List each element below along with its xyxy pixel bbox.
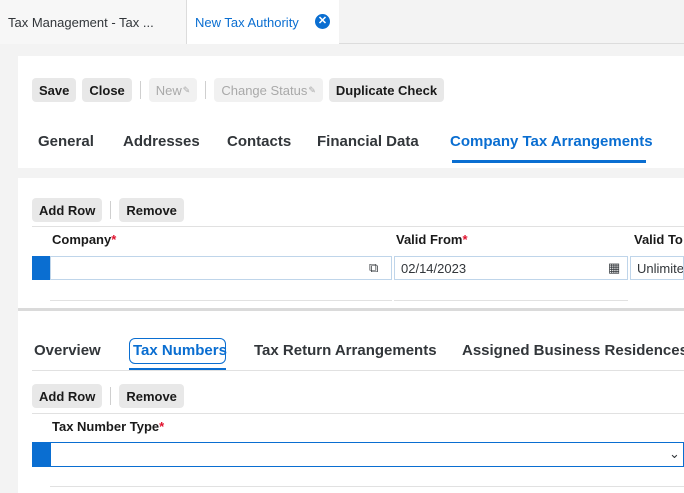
empty-row-line [50, 486, 684, 487]
tab-new-tax-authority[interactable]: New Tax Authority ✕ [187, 0, 339, 44]
tax-number-type-header-label: Tax Number Type [52, 419, 160, 434]
tab-label: Tax Management - Tax ... [8, 14, 154, 30]
row-selector[interactable] [32, 256, 50, 280]
header-card: Save Close New ✎ Change Status ✎ Duplicate… [18, 56, 684, 168]
change-status-label: Change Status [221, 82, 308, 98]
add-row-button[interactable]: Add Row [32, 384, 103, 408]
toolbar-separator [110, 201, 112, 219]
content-card: Add Row Remove Company* Valid From* Vali… [18, 178, 684, 493]
tab-contacts[interactable]: Contacts [227, 133, 291, 150]
company-input[interactable]: ⧉ [50, 256, 392, 280]
tax-number-type-column-header[interactable]: Tax Number Type* [52, 419, 164, 434]
focus-outline [129, 338, 226, 364]
company-column-header[interactable]: Company* [52, 232, 116, 247]
tab-addresses[interactable]: Addresses [123, 133, 200, 150]
valid-to-input[interactable]: Unlimited [630, 256, 684, 280]
change-status-button[interactable]: Change Status ✎ [214, 78, 323, 102]
active-tab-indicator [452, 160, 646, 163]
calendar-icon[interactable]: ▦ [608, 260, 620, 276]
valid-from-value: 02/14/2023 [401, 260, 467, 276]
grid-divider [32, 413, 684, 414]
valid-from-column-header[interactable]: Valid From* [396, 232, 468, 247]
remove-button[interactable]: Remove [119, 198, 184, 222]
add-row-button[interactable]: Add Row [32, 198, 103, 222]
tab-general[interactable]: General [38, 133, 94, 150]
duplicate-check-button[interactable]: Duplicate Check [328, 78, 445, 102]
tab-tax-management[interactable]: Tax Management - Tax ... [0, 0, 187, 44]
new-button[interactable]: New ✎ [148, 78, 198, 102]
valid-from-header-label: Valid From [396, 232, 463, 247]
valid-from-input[interactable]: 02/14/2023 ▦ [394, 256, 628, 280]
tab-strip: Tax Management - Tax ... New Tax Authori… [0, 0, 684, 44]
close-icon[interactable]: ✕ [315, 14, 330, 29]
pencil-icon: ✎ [182, 84, 191, 95]
new-label: New [155, 82, 182, 98]
close-button[interactable]: Close [82, 78, 132, 102]
toolbar-separator [139, 81, 141, 99]
tab-tax-return-arrangements[interactable]: Tax Return Arrangements [254, 342, 437, 359]
tab-financial-data[interactable]: Financial Data [317, 133, 419, 150]
arrangements-toolbar: Add Row Remove [32, 198, 190, 222]
tax-numbers-toolbar: Add Row Remove [32, 384, 190, 408]
chevron-down-icon[interactable]: ⌄ [669, 446, 680, 462]
empty-row-line [50, 300, 392, 301]
save-button[interactable]: Save [32, 78, 77, 102]
company-header-label: Company [52, 232, 112, 247]
value-help-icon[interactable]: ⧉ [369, 260, 378, 276]
grid-divider [32, 226, 684, 227]
remove-button[interactable]: Remove [119, 384, 184, 408]
subtab-divider [32, 370, 684, 371]
required-marker: * [462, 232, 468, 247]
tab-assigned-business-residences[interactable]: Assigned Business Residences [462, 342, 684, 359]
toolbar-separator [205, 81, 207, 99]
valid-to-column-header[interactable]: Valid To [634, 232, 683, 247]
section-divider [18, 308, 684, 311]
required-marker: * [111, 232, 117, 247]
tab-label: New Tax Authority [195, 14, 299, 30]
valid-to-value: Unlimited [637, 260, 684, 276]
action-toolbar: Save Close New ✎ Change Status ✎ Duplicate… [32, 78, 450, 102]
pencil-icon: ✎ [308, 84, 316, 95]
row-selector[interactable] [32, 442, 50, 467]
empty-row-line [394, 300, 628, 301]
toolbar-separator [110, 387, 112, 405]
tab-overview[interactable]: Overview [34, 342, 101, 359]
tax-number-type-select[interactable]: ⌄ [50, 442, 684, 467]
required-marker: * [159, 419, 165, 434]
tab-company-tax-arrangements[interactable]: Company Tax Arrangements [450, 133, 653, 150]
